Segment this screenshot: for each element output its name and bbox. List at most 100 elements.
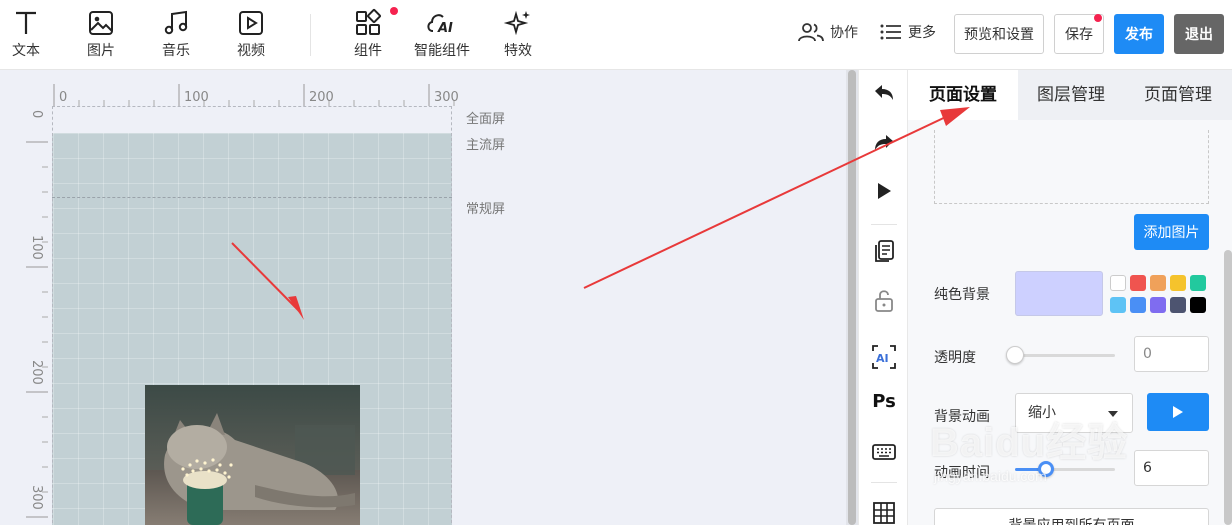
effects-icon [503, 10, 530, 36]
save-unsaved-badge [1094, 14, 1102, 22]
component-new-badge [390, 7, 398, 15]
add-image-button[interactable]: 添加图片 [1134, 214, 1209, 250]
ai-icon-text: AI [876, 352, 889, 365]
color-swatch-red[interactable] [1130, 275, 1146, 291]
ai-component-tool[interactable]: AI 智能组件 [412, 8, 472, 60]
opacity-slider-knob[interactable] [1006, 346, 1024, 364]
panel-tabs: 页面设置 图层管理 页面管理 [908, 70, 1232, 120]
color-swatch-light-blue[interactable] [1110, 297, 1126, 313]
baidu-watermark: Baidu经验 [930, 421, 1129, 465]
music-icon [164, 10, 188, 35]
ruler-h-label: 200 [309, 90, 334, 105]
apply-bg-all-pages-button[interactable]: 背景应用到所有页面 [934, 508, 1209, 525]
text-icon [16, 11, 36, 34]
ai-button[interactable]: AI [869, 342, 899, 372]
ruler-v-label: 100 [29, 235, 44, 260]
tab-page-settings[interactable]: 页面设置 [908, 70, 1018, 120]
solid-bg-label: 纯色背景 [934, 287, 990, 303]
ruler-h-label: 100 [184, 90, 209, 105]
ruler-h-label: 300 [434, 90, 459, 105]
ruler-v-label: 300 [29, 485, 44, 510]
effects-tool-label: 特效 [504, 43, 532, 59]
collab-label: 协作 [830, 25, 858, 41]
full-screen-zone [52, 106, 452, 136]
play-icon [1173, 406, 1183, 418]
animation-preview-button[interactable] [1147, 393, 1209, 431]
color-swatch-white[interactable] [1110, 275, 1126, 291]
publish-button[interactable]: 发布 [1114, 14, 1164, 54]
opacity-label: 透明度 [934, 350, 976, 366]
full-screen-label: 全面屏 [466, 112, 506, 127]
ruler-v-label: 0 [29, 110, 44, 119]
lock-button[interactable] [869, 286, 899, 316]
color-swatch-teal[interactable] [1190, 275, 1206, 291]
redo-icon [875, 135, 893, 150]
text-tool-label: 文本 [12, 43, 40, 59]
color-swatch-slate[interactable] [1170, 297, 1186, 313]
keyboard-icon [872, 444, 896, 460]
solid-bg-color-picker[interactable] [1015, 271, 1103, 316]
image-tool-label: 图片 [87, 43, 115, 59]
color-swatch-yellow[interactable] [1170, 275, 1186, 291]
opacity-input[interactable]: 0 [1134, 336, 1209, 372]
svg-text:AI: AI [437, 21, 453, 36]
shortcuts-button[interactable] [869, 437, 899, 467]
more-link[interactable]: 更多 [880, 22, 936, 42]
ps-icon: Ps [872, 390, 896, 412]
video-tool[interactable]: 视频 [221, 8, 281, 60]
ruler-h-label: 0 [59, 90, 68, 105]
toolbar-divider [310, 14, 311, 56]
ps-button[interactable]: Ps [869, 386, 899, 416]
horizontal-ruler [53, 84, 455, 106]
animation-time-input[interactable]: 6 [1134, 450, 1209, 486]
component-icon [356, 9, 381, 35]
cat-photo[interactable] [145, 385, 360, 525]
baidu-watermark-url: jingyan.baidu.com [934, 468, 1047, 484]
color-swatch-black[interactable] [1190, 297, 1206, 313]
copy-button[interactable] [869, 236, 899, 266]
panel-scrollbar[interactable] [1224, 250, 1232, 525]
image-tool[interactable]: 图片 [71, 8, 131, 60]
canvas-scrollbar[interactable] [848, 70, 856, 525]
icon-divider [871, 224, 897, 225]
preview-play-button[interactable] [869, 176, 899, 206]
color-swatch-blue[interactable] [1130, 297, 1146, 313]
copy-icon [875, 240, 894, 262]
grid-icon [873, 502, 895, 524]
grid-button[interactable] [869, 498, 899, 525]
music-tool[interactable]: 音乐 [146, 8, 206, 60]
vertical-ruler [26, 141, 48, 518]
collab-link[interactable]: 协作 [798, 22, 858, 42]
effects-tool[interactable]: 特效 [488, 8, 548, 60]
ai-component-tool-label: 智能组件 [414, 43, 470, 59]
more-label: 更多 [908, 25, 936, 41]
video-tool-label: 视频 [237, 43, 265, 59]
component-tool-label: 组件 [354, 43, 382, 59]
play-icon [878, 183, 891, 199]
users-icon [798, 23, 824, 42]
music-tool-label: 音乐 [162, 43, 190, 59]
color-swatch-purple[interactable] [1150, 297, 1166, 313]
normal-screen-guide [52, 197, 452, 198]
top-toolbar: 文本 图片 音乐 视频 组件 AI 智能组件 特效 协作 更多 预览和设置 保存… [0, 0, 1232, 70]
opacity-slider-track[interactable] [1015, 354, 1115, 357]
bg-image-dropzone[interactable] [934, 130, 1209, 204]
image-icon [89, 11, 113, 35]
text-tool[interactable]: 文本 [0, 8, 56, 60]
color-swatch-orange[interactable] [1150, 275, 1166, 291]
ai-icon: AI [872, 345, 896, 369]
preview-settings-button[interactable]: 预览和设置 [954, 14, 1044, 54]
undo-button[interactable] [869, 78, 899, 108]
component-tool[interactable]: 组件 [338, 8, 398, 60]
tab-page-management[interactable]: 页面管理 [1124, 70, 1232, 120]
ruler-v-label: 200 [29, 360, 44, 385]
icon-divider [871, 482, 897, 483]
exit-button[interactable]: 退出 [1174, 14, 1224, 54]
unlock-icon [875, 290, 893, 312]
redo-button[interactable] [869, 128, 899, 158]
list-icon [880, 24, 901, 40]
tab-layer-management[interactable]: 图层管理 [1018, 70, 1124, 120]
video-icon [239, 11, 263, 35]
canvas-area[interactable]: 0 100 200 300 0 100 200 300 全面屏 主流屏 常规屏 [0, 70, 846, 525]
ai-component-icon: AI [427, 14, 453, 36]
